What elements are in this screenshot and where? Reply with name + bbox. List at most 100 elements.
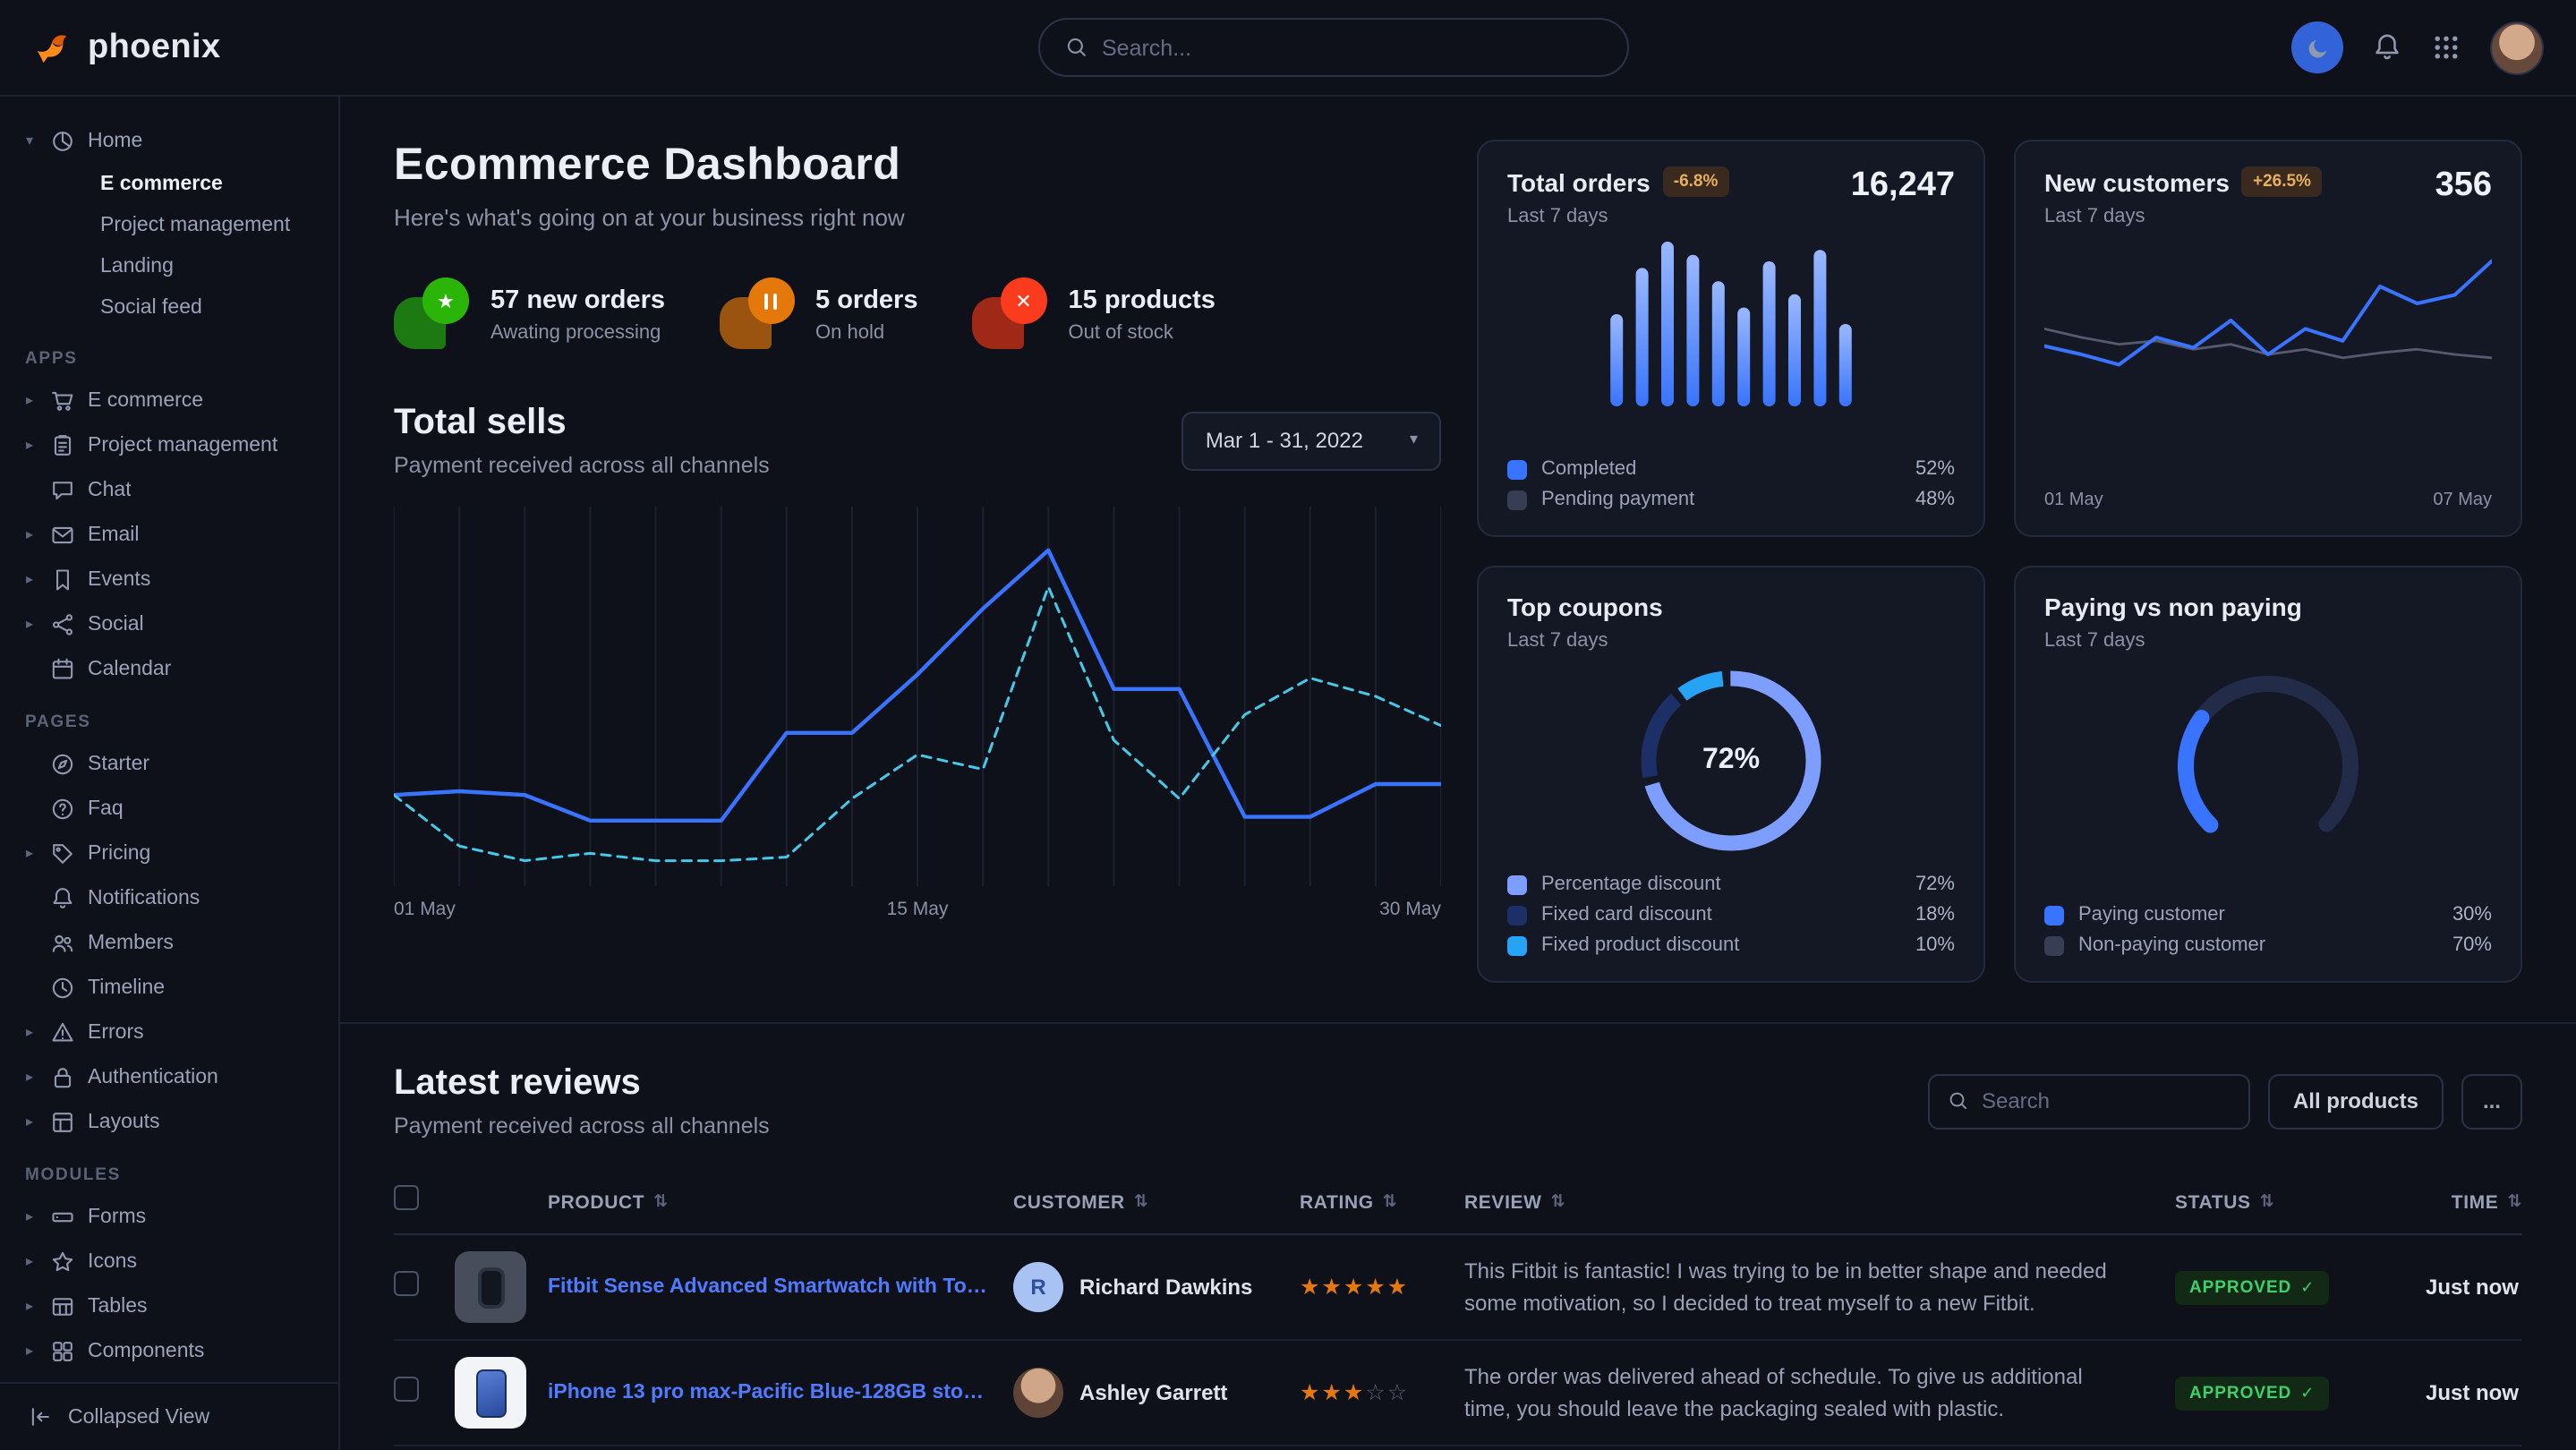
chevron-right-icon: ▸	[21, 1208, 38, 1224]
theme-toggle-button[interactable]	[2291, 21, 2343, 73]
sidebar-item-label: Components	[88, 1340, 204, 1361]
sidebar-item[interactable]: ▸ Chat	[21, 467, 324, 512]
all-products-button[interactable]: All products	[2268, 1073, 2444, 1129]
product-link[interactable]: Fitbit Sense Advanced Smartwatch with To…	[548, 1276, 988, 1298]
card-title: Total orders	[1507, 167, 1651, 196]
sidebar-item-icon	[50, 975, 75, 1000]
sidebar-item[interactable]: ▸ Components	[21, 1328, 324, 1373]
column-header-product[interactable]: PRODUCT⇅	[548, 1191, 1013, 1213]
sidebar-subitem[interactable]: Landing	[21, 245, 324, 286]
sidebar-item[interactable]: ▸ Events	[21, 557, 324, 601]
legend-swatch	[1507, 490, 1527, 509]
sidebar-item-label: Chat	[88, 479, 132, 500]
top-coupons-legend: Percentage discount 72% Fixed card disco…	[1507, 874, 1955, 956]
sidebar-item-label: Home	[88, 130, 142, 151]
review-time: Just now	[2386, 1380, 2522, 1405]
sidebar-sections: APPS ▸ E commerce ▸ Project management ▸…	[21, 349, 324, 1373]
phoenix-logo-icon	[32, 27, 73, 68]
chevron-right-icon: ▸	[21, 1069, 38, 1085]
date-range-select[interactable]: Mar 1 - 31, 2022 ▾	[1182, 411, 1441, 470]
paying-card: Paying vs non paying Last 7 days Paying …	[2014, 566, 2522, 983]
sidebar-item[interactable]: ▸ Starter	[21, 741, 324, 786]
top-coupons-chart-wrap: 72%	[1633, 662, 1830, 859]
table-row: iPhone 13 pro max-Pacific Blue-128GB sto…	[394, 1341, 2522, 1446]
sidebar-item[interactable]: ▸ Forms	[21, 1194, 324, 1239]
collapsed-view-toggle[interactable]: Collapsed View	[0, 1382, 338, 1450]
sidebar-section-heading: PAGES	[25, 712, 324, 732]
reviews-tbody: Fitbit Sense Advanced Smartwatch with To…	[394, 1235, 2522, 1450]
total-sells-subtitle: Payment received across all channels	[394, 453, 770, 478]
legend-label: Fixed product discount	[1541, 934, 1739, 956]
sidebar-section: APPS ▸ E commerce ▸ Project management ▸…	[21, 349, 324, 691]
column-header-status[interactable]: STATUS⇅	[2175, 1191, 2386, 1213]
x-tick: 07 May	[2433, 490, 2492, 510]
chevron-right-icon: ▸	[21, 1024, 38, 1040]
column-header-review[interactable]: REVIEW⇅	[1464, 1191, 2175, 1213]
sidebar-item[interactable]: ▸ Pricing	[21, 831, 324, 875]
sidebar-subitem[interactable]: Social feed	[21, 286, 324, 328]
sidebar-item-label: Tables	[88, 1295, 148, 1317]
legend-label: Fixed card discount	[1541, 904, 1712, 925]
latest-reviews-section: Latest reviews Payment received across a…	[340, 1022, 2576, 1450]
notifications-button[interactable]	[2372, 32, 2402, 63]
sidebar-item-icon	[50, 432, 75, 457]
stat-subtitle: Out of stock	[1069, 321, 1215, 343]
top-coupons-card: Top coupons Last 7 days 72% Percentage d…	[1477, 566, 1985, 983]
select-all-checkbox[interactable]	[394, 1185, 419, 1210]
chevron-down-icon: ▾	[1410, 431, 1418, 449]
sidebar-item[interactable]: ▸ Errors	[21, 1010, 324, 1054]
sidebar-item[interactable]: ▸ Calendar	[21, 646, 324, 691]
collapse-icon	[29, 1405, 52, 1429]
product-image-inner	[475, 1369, 506, 1417]
sidebar-item-label: Faq	[88, 798, 124, 819]
sidebar-item[interactable]: ▸ Icons	[21, 1239, 324, 1284]
sort-icon: ⇅	[1134, 1192, 1149, 1212]
sidebar-item[interactable]: ▸ Faq	[21, 786, 324, 831]
reviews-table: PRODUCT⇅ CUSTOMER⇅ RATING⇅ REVIEW⇅ STATU…	[394, 1171, 2522, 1450]
sidebar-item-label: Calendar	[88, 658, 171, 679]
brand-name: phoenix	[88, 28, 221, 67]
sidebar-item[interactable]: ▸ Authentication	[21, 1054, 324, 1099]
sidebar-item[interactable]: ▸ Tables	[21, 1284, 324, 1328]
column-header-time[interactable]: TIME⇅	[2386, 1191, 2522, 1213]
sidebar-item[interactable]: ▸ Project management	[21, 422, 324, 467]
sidebar-item-label: Email	[88, 524, 140, 545]
apps-grid-button[interactable]	[2431, 32, 2461, 63]
x-tick: 01 May	[394, 899, 456, 920]
product-link[interactable]: iPhone 13 pro max-Pacific Blue-128GB sto…	[548, 1382, 988, 1403]
column-header-rating[interactable]: RATING⇅	[1300, 1191, 1464, 1213]
row-checkbox[interactable]	[394, 1376, 419, 1401]
row-checkbox[interactable]	[394, 1270, 419, 1295]
column-header-customer[interactable]: CUSTOMER⇅	[1013, 1191, 1300, 1213]
sidebar-subitem[interactable]: Project management	[21, 204, 324, 245]
sidebar-item[interactable]: ▸ Notifications	[21, 875, 324, 920]
user-avatar[interactable]	[2490, 21, 2544, 74]
brand[interactable]: phoenix	[32, 27, 221, 68]
more-options-button[interactable]: ...	[2461, 1073, 2522, 1129]
sidebar-item[interactable]: ▸ Timeline	[21, 965, 324, 1010]
sidebar-item[interactable]: ▸ Layouts	[21, 1099, 324, 1144]
star-icon: ★	[1321, 1273, 1343, 1300]
sort-icon: ⇅	[1383, 1192, 1398, 1212]
search-icon	[1064, 36, 1088, 59]
customer-name: Richard Dawkins	[1079, 1275, 1252, 1300]
card-period: Last 7 days	[1507, 630, 1663, 652]
reviews-search-input[interactable]	[1982, 1088, 2231, 1113]
global-search-input[interactable]	[1102, 35, 1601, 60]
sidebar-item-label: Events	[88, 568, 150, 590]
sidebar-item[interactable]: ▸ Email	[21, 512, 324, 557]
check-icon: ✓	[2300, 1279, 2315, 1297]
sidebar-item[interactable]: ▸ Social	[21, 601, 324, 646]
sidebar-item-icon	[50, 1249, 75, 1274]
card-title: Top coupons	[1507, 593, 1663, 621]
sidebar-subitem[interactable]: E commerce	[21, 163, 324, 204]
chevron-right-icon: ▸	[21, 1113, 38, 1130]
reviews-title: Latest reviews	[394, 1063, 770, 1105]
sidebar-item[interactable]: ▸ E commerce	[21, 378, 324, 422]
page-subtitle: Here's what's going on at your business …	[394, 204, 1441, 231]
sidebar-item-home[interactable]: ▾ Home	[21, 118, 324, 163]
product-image	[455, 1357, 526, 1429]
legend-label: Paying customer	[2078, 904, 2225, 925]
legend-swatch	[1507, 935, 1527, 955]
sidebar-item[interactable]: ▸ Members	[21, 920, 324, 965]
